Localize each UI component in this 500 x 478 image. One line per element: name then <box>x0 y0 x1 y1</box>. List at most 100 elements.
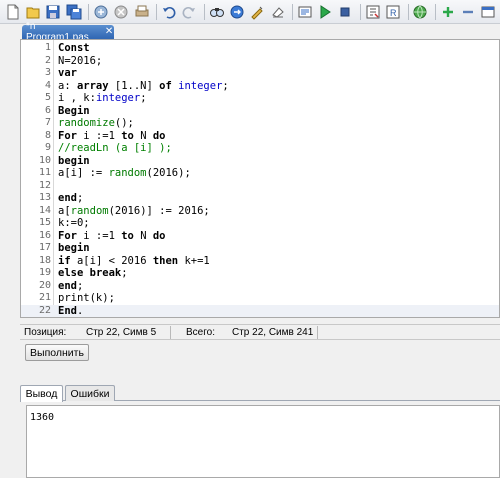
code-text: For i :=1 to N do <box>58 229 166 242</box>
run-button[interactable]: Выполнить <box>25 344 89 361</box>
line-number: 6 <box>44 104 51 116</box>
toolbar-separator <box>88 3 90 20</box>
code-text: a: array [1..N] of integer; <box>58 79 229 92</box>
code-line[interactable]: 20 end; <box>21 280 499 293</box>
open-file-icon[interactable] <box>24 3 41 21</box>
code-text: end; <box>58 279 84 292</box>
debug-step-over-icon[interactable]: R <box>384 3 401 21</box>
output-text: 1360 <box>30 412 55 423</box>
line-number: 2 <box>44 54 51 66</box>
code-line[interactable]: 13 end; <box>21 192 499 205</box>
code-line[interactable]: 7 randomize(); <box>21 117 499 130</box>
output-tabs: Вывод Ошибки <box>20 384 500 402</box>
line-number: 19 <box>38 267 51 278</box>
status-divider <box>317 326 318 339</box>
print-icon[interactable] <box>133 3 150 21</box>
close-icon[interactable]: ✕ <box>104 27 114 37</box>
code-line[interactable]: 6 Begin <box>21 105 499 118</box>
line-number: 21 <box>38 292 51 303</box>
toolbar-separator <box>407 3 409 20</box>
code-editor[interactable]: 1 Const 2 N=2016; 3 var 4 a: array [1..N] of in… <box>20 39 500 318</box>
code-line[interactable]: 11 a[i] := random(2016); <box>21 167 499 180</box>
code-line[interactable]: 9 //readLn (a [i] ); <box>21 142 499 155</box>
save-icon[interactable] <box>45 3 62 21</box>
toolbar-separator <box>360 3 362 20</box>
code-line[interactable]: 21 print(k); <box>21 292 499 305</box>
format-code-icon[interactable] <box>249 3 266 21</box>
run-icon[interactable] <box>316 3 333 21</box>
line-number: 11 <box>38 167 51 178</box>
code-text: N=2016; <box>58 54 103 67</box>
file-tab-program1[interactable]: *n Program1.pas ✕ <box>22 21 114 43</box>
svg-text:R: R <box>390 8 397 18</box>
tab-output[interactable]: Вывод <box>20 385 63 402</box>
line-number: 3 <box>44 67 51 78</box>
new-file-icon[interactable] <box>4 3 21 21</box>
code-line[interactable]: 18 if a[i] < 2016 then k+=1 <box>21 255 499 268</box>
toolbar-separator <box>203 3 205 20</box>
code-line[interactable]: 10 begin <box>21 155 499 168</box>
file-tab-strip: *n Program1.pas ✕ <box>0 21 500 43</box>
code-text: if a[i] < 2016 then k+=1 <box>58 254 210 267</box>
code-line[interactable]: 2 N=2016; <box>21 55 499 68</box>
code-text: begin <box>58 154 90 167</box>
total-label: Всего: <box>186 327 215 338</box>
line-number: 4 <box>44 79 51 91</box>
line-number: 13 <box>38 192 51 203</box>
code-line[interactable]: 3 var <box>21 67 499 80</box>
code-line[interactable]: 1 Const <box>21 42 499 55</box>
line-number: 9 <box>44 142 51 153</box>
save-all-icon[interactable] <box>65 3 82 21</box>
code-line[interactable]: 16 For i :=1 to N do <box>21 230 499 243</box>
code-line[interactable]: 17 begin <box>21 242 499 255</box>
compile-icon[interactable] <box>296 3 313 21</box>
window-icon[interactable] <box>480 3 497 21</box>
position-value: Стр 22, Симв 5 <box>86 327 157 338</box>
code-text: var <box>58 67 77 79</box>
line-number: 16 <box>38 229 51 241</box>
redo-icon[interactable] <box>181 3 198 21</box>
open-project-icon[interactable] <box>92 3 109 21</box>
code-line[interactable]: 4 a: array [1..N] of integer; <box>21 80 499 93</box>
tab-errors[interactable]: Ошибки <box>65 385 115 401</box>
line-number: 17 <box>38 242 51 253</box>
code-line[interactable]: 12 <box>21 180 499 193</box>
code-text: Const <box>58 42 90 54</box>
total-value: Стр 22, Симв 241 <box>232 327 314 338</box>
debug-step-into-icon[interactable] <box>364 3 381 21</box>
line-number: 20 <box>38 279 51 291</box>
code-line[interactable]: 8 For i :=1 to N do <box>21 130 499 143</box>
web-icon[interactable] <box>412 3 429 21</box>
stop-icon[interactable] <box>337 3 354 21</box>
toolbar-separator <box>292 3 294 20</box>
replace-icon[interactable] <box>228 3 245 21</box>
line-number: 8 <box>44 129 51 141</box>
clear-icon[interactable] <box>269 3 286 21</box>
code-line[interactable]: 5 i , k:integer; <box>21 92 499 105</box>
code-text: print(k); <box>58 292 115 304</box>
code-text: a[i] := random(2016); <box>58 167 191 179</box>
code-line[interactable]: 14 a[random(2016)] := 2016; <box>21 205 499 218</box>
code-text: End. <box>58 304 84 317</box>
line-number: 12 <box>38 179 51 191</box>
output-panel[interactable]: 1360 <box>26 405 500 478</box>
code-text: end; <box>58 192 84 204</box>
undo-icon[interactable] <box>160 3 177 21</box>
code-line[interactable]: 15 k:=0; <box>21 217 499 230</box>
line-number: 14 <box>38 204 51 216</box>
close-project-icon[interactable] <box>113 3 130 21</box>
code-text: begin <box>58 242 90 254</box>
code-line[interactable]: 19 else break; <box>21 267 499 280</box>
code-text: i , k:integer; <box>58 92 147 104</box>
code-text: a[random(2016)] := 2016; <box>58 204 210 217</box>
find-icon[interactable] <box>208 3 225 21</box>
code-text: //readLn (a [i] ); <box>58 142 172 154</box>
toolbar-separator <box>156 3 158 20</box>
position-label: Позиция: <box>24 327 67 338</box>
line-number: 1 <box>44 42 51 53</box>
code-text: For i :=1 to N do <box>58 129 166 142</box>
line-number: 5 <box>44 92 51 103</box>
code-line[interactable]: 22 End. <box>21 304 499 317</box>
remove-watch-icon[interactable] <box>459 3 476 21</box>
add-watch-icon[interactable] <box>439 3 456 21</box>
